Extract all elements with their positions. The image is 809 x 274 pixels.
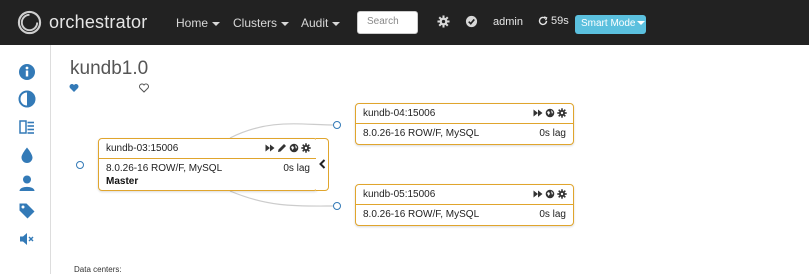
master-instance-lag: 0s lag xyxy=(283,163,310,174)
gear-icon[interactable] xyxy=(301,143,311,153)
replica-instance-version: 8.0.26-16 ROW/F, MySQL xyxy=(363,128,480,139)
replica-instance-version: 8.0.26-16 ROW/F, MySQL xyxy=(363,209,480,220)
data-centers-label: Data centers: xyxy=(74,265,122,274)
master-instance-version: 8.0.26-16 ROW/F, MySQL xyxy=(106,163,223,174)
replica2-input-port[interactable] xyxy=(333,202,341,210)
globe-icon[interactable] xyxy=(289,143,299,153)
replica-instance[interactable]: kundb-04:15006 8.0.26-16 ROW/F, MySQL 0s… xyxy=(355,103,574,145)
master-instance[interactable]: kundb-03:15006 8.0.26-16 ROW/F, MySQL 0s… xyxy=(98,138,318,191)
fast-forward-icon[interactable] xyxy=(533,108,543,118)
replica-instance-header: kundb-05:15006 xyxy=(356,185,573,205)
master-instance-tools xyxy=(265,143,311,153)
chevron-left-icon xyxy=(319,159,326,169)
collapse-replicas-button[interactable] xyxy=(316,138,329,191)
replica-instance-lag: 0s lag xyxy=(539,209,566,220)
replica-instance-name: kundb-04:15006 xyxy=(363,108,436,119)
replica-instance-header: kundb-04:15006 xyxy=(356,104,573,124)
replica-instance-tools xyxy=(533,189,567,199)
fast-forward-icon[interactable] xyxy=(265,143,275,153)
globe-icon[interactable] xyxy=(545,189,555,199)
pencil-icon[interactable] xyxy=(277,143,287,153)
gear-icon[interactable] xyxy=(557,189,567,199)
master-instance-name: kundb-03:15006 xyxy=(106,143,179,154)
fast-forward-icon[interactable] xyxy=(533,189,543,199)
master-instance-header: kundb-03:15006 xyxy=(99,139,317,159)
master-instance-role: Master xyxy=(106,176,139,187)
replica1-input-port[interactable] xyxy=(333,121,341,129)
gear-icon[interactable] xyxy=(557,108,567,118)
replica-instance[interactable]: kundb-05:15006 8.0.26-16 ROW/F, MySQL 0s… xyxy=(355,184,574,226)
globe-icon[interactable] xyxy=(545,108,555,118)
replica-instance-tools xyxy=(533,108,567,118)
master-input-port[interactable] xyxy=(76,161,84,169)
replica-instance-name: kundb-05:15006 xyxy=(363,189,436,200)
replica-instance-lag: 0s lag xyxy=(539,128,566,139)
